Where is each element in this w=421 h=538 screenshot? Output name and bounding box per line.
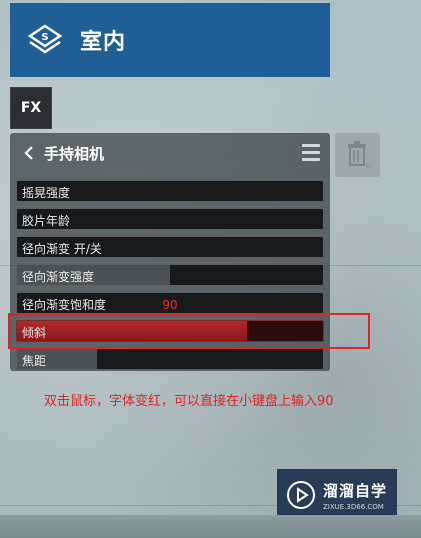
slider-label: 摇晃强度	[22, 186, 71, 200]
watermark-text: 溜溜自学 ZIXUE.3D66.COM	[323, 480, 387, 511]
bottom-strip	[0, 515, 421, 538]
value-badge: 90	[158, 296, 182, 314]
annotation-text: 双击鼠标，字体变红，可以直接在小键盘上输入90	[44, 394, 334, 409]
slider-row[interactable]: 径向渐变强度	[16, 264, 324, 286]
slider-row[interactable]: 摇晃强度	[16, 180, 324, 202]
fx-button[interactable]: FX	[10, 87, 52, 129]
slider-row[interactable]: 焦距	[16, 348, 324, 370]
slider-label: 径向渐变饱和度	[22, 298, 107, 312]
trash-fx-icon[interactable]: FX	[335, 133, 380, 177]
play-logo-icon	[285, 479, 317, 511]
watermark: 溜溜自学 ZIXUE.3D66.COM	[277, 469, 397, 521]
header-bar: S 室内	[10, 3, 330, 77]
hamburger-menu-icon[interactable]	[302, 144, 320, 162]
watermark-url: ZIXUE.3D66.COM	[323, 502, 384, 511]
slider-label: 径向渐变强度	[22, 270, 95, 284]
highlight-box	[8, 313, 370, 349]
layers-s-icon: S	[26, 21, 64, 59]
svg-text:S: S	[41, 32, 48, 43]
slider-row[interactable]: 径向渐变 开/关	[16, 236, 324, 258]
page-title: 室内	[80, 30, 127, 55]
svg-text:FX: FX	[366, 164, 371, 170]
slider-label: 径向渐变 开/关	[22, 242, 102, 256]
panel-title: 手持相机	[44, 144, 105, 163]
slider-label: 焦距	[22, 354, 47, 368]
chevron-left-icon[interactable]	[18, 142, 40, 164]
watermark-name: 溜溜自学	[323, 481, 388, 500]
panel-header: 手持相机	[10, 133, 330, 173]
slider-row[interactable]: 胶片年龄	[16, 208, 324, 230]
slider-label: 胶片年龄	[22, 214, 71, 228]
